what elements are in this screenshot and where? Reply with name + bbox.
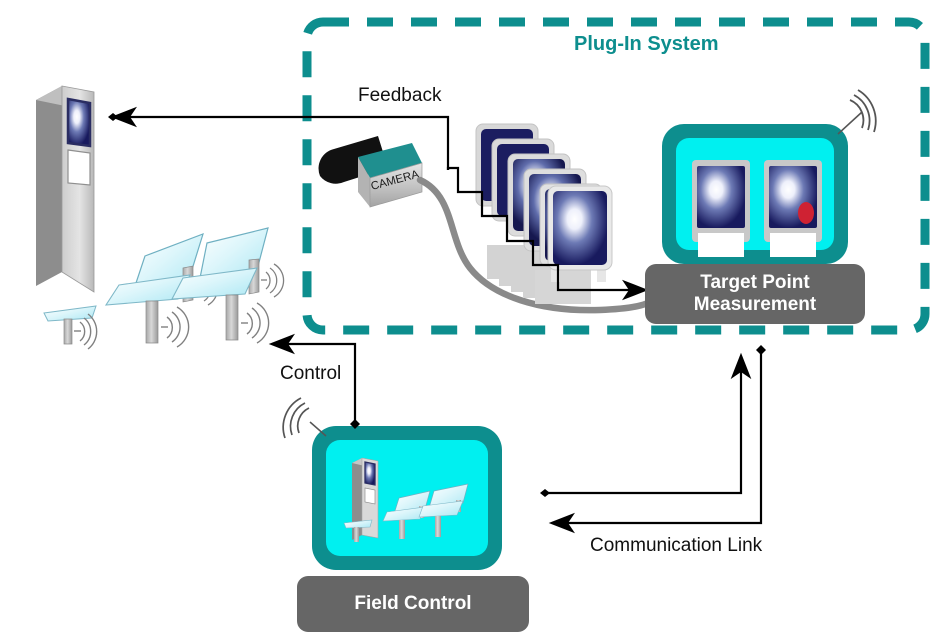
comm-link-up-connector (540, 352, 752, 497)
target-point-measurement-label-box: Target Point Measurement (645, 264, 865, 324)
comm-link-down-diamond-endpoint (756, 345, 766, 355)
target-red-dot (798, 202, 814, 224)
image-stack (475, 123, 613, 304)
heliostat-small (43, 305, 98, 350)
solar-tower (36, 85, 95, 293)
target-antenna-icon (837, 89, 877, 135)
field-control-device (282, 397, 502, 570)
target-panel-left (692, 160, 750, 257)
plug-in-system-title: Plug-In System (574, 33, 719, 55)
comm-link-up-diamond-endpoint (540, 489, 550, 497)
diagram-canvas: CAMERA Plug-In System Feedback Control C… (0, 0, 943, 640)
feedback-label: Feedback (358, 85, 442, 106)
camera: CAMERA (318, 136, 423, 208)
feedback-diamond-endpoint (108, 113, 118, 121)
comm-link-down-connector (548, 345, 766, 534)
communication-link-label: Communication Link (590, 535, 763, 556)
field-control-label-line1: Field Control (354, 592, 472, 614)
target-point-label-line2: Measurement (693, 294, 817, 315)
field-control-antenna-icon (282, 397, 327, 439)
target-point-measurement-device (662, 89, 877, 264)
field-control-label-box: Field Control (297, 576, 529, 632)
control-label: Control (280, 363, 342, 384)
target-panel-right (764, 160, 822, 257)
target-point-label-line1: Target Point (700, 271, 810, 293)
